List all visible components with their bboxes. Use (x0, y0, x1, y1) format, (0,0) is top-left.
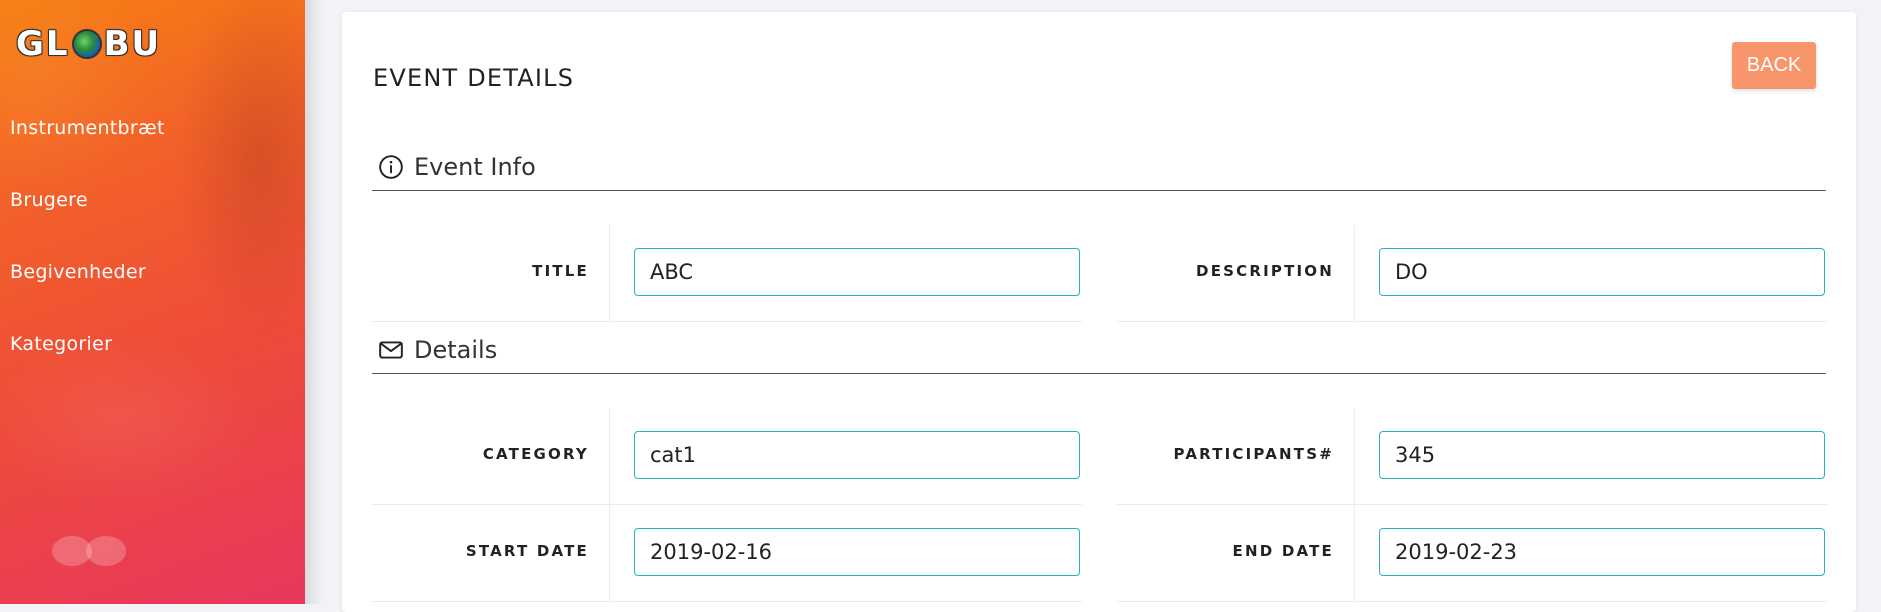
sidebar-item-events[interactable]: Begivenheder (0, 254, 305, 326)
title-input[interactable] (634, 248, 1080, 296)
field-start-date: START DATE (372, 505, 1082, 602)
decorative-blob (52, 536, 128, 566)
field-description: DESCRIPTION (1117, 225, 1827, 322)
section-details: Details (372, 326, 1826, 374)
end-date-label: END DATE (1232, 542, 1334, 560)
section-title-details: Details (414, 335, 498, 364)
category-input[interactable] (634, 431, 1080, 479)
field-participants: PARTICIPANTS# (1117, 408, 1827, 505)
app-logo[interactable]: GL BU (16, 24, 161, 64)
field-category: CATEGORY (372, 408, 1082, 505)
logo-text-right: BU (103, 24, 162, 64)
globe-icon (71, 29, 102, 59)
form-row-dates: START DATE END DATE (372, 505, 1827, 602)
section-title-event-info: Event Info (414, 152, 536, 181)
sidebar-item-users[interactable]: Brugere (0, 182, 305, 254)
info-circle-icon (379, 154, 403, 179)
sidebar-shadow (305, 0, 323, 604)
field-title: TITLE (372, 225, 1082, 322)
page-title: EVENT DETAILS (373, 64, 575, 92)
sidebar: GL BU Instrumentbræt Brugere Begivenhede… (0, 0, 305, 604)
description-input[interactable] (1379, 248, 1825, 296)
sidebar-item-categories[interactable]: Kategorier (0, 326, 305, 398)
section-event-info: Event Info (372, 143, 1826, 191)
start-date-input[interactable] (634, 528, 1080, 576)
start-date-label: START DATE (465, 542, 589, 560)
category-label: CATEGORY (482, 445, 589, 463)
description-label: DESCRIPTION (1196, 262, 1334, 280)
participants-input[interactable] (1379, 431, 1825, 479)
envelope-icon (379, 340, 403, 359)
participants-label: PARTICIPANTS# (1173, 445, 1334, 463)
field-end-date: END DATE (1117, 505, 1827, 602)
end-date-input[interactable] (1379, 528, 1825, 576)
back-button[interactable]: BACK (1732, 42, 1816, 89)
form-row-title-description: TITLE DESCRIPTION (372, 225, 1827, 322)
title-label: TITLE (532, 262, 589, 280)
logo-text-left: GL (16, 24, 70, 64)
event-details-card: EVENT DETAILS BACK Event Info TITLE DESC… (342, 12, 1856, 612)
sidebar-item-dashboard[interactable]: Instrumentbræt (0, 110, 305, 182)
sidebar-nav: Instrumentbræt Brugere Begivenheder Kate… (0, 110, 305, 398)
form-row-category-participants: CATEGORY PARTICIPANTS# (372, 408, 1827, 505)
